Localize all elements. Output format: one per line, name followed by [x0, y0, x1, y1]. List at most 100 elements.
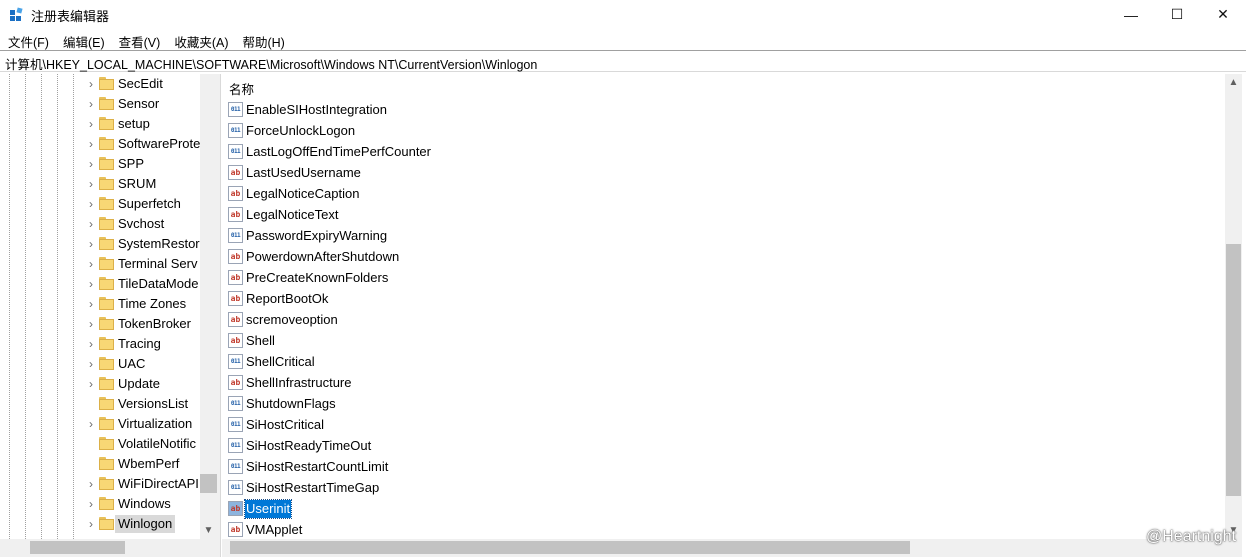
tree-item[interactable]: › SecEdit [0, 74, 200, 94]
tree-item-label: SoftwareProte [118, 136, 201, 151]
value-row[interactable]: 011 SiHostCritical [222, 414, 1122, 435]
menu-view[interactable]: 查看(V) [112, 30, 168, 50]
tree-item[interactable]: VolatileNotific [0, 434, 200, 454]
tree-item[interactable]: › Tracing [0, 334, 200, 354]
tree-item[interactable]: › Svchost [0, 214, 200, 234]
tree-item[interactable]: › SPP [0, 154, 200, 174]
chevron-right-icon[interactable]: › [85, 216, 97, 232]
value-row[interactable]: ab Userinit [222, 498, 1122, 519]
values-vscroll-thumb[interactable] [1226, 244, 1241, 496]
value-row[interactable]: ab PowerdownAfterShutdown [222, 246, 1122, 267]
tree-item-label: Windows [118, 496, 171, 511]
address-bar[interactable]: 计算机\HKEY_LOCAL_MACHINE\SOFTWARE\Microsof… [0, 50, 1246, 72]
values-scroll-up-icon[interactable]: ▲ [1225, 74, 1242, 91]
address-path[interactable]: 计算机\HKEY_LOCAL_MACHINE\SOFTWARE\Microsof… [5, 54, 537, 73]
tree-hscroll-thumb[interactable] [30, 541, 125, 554]
value-row[interactable]: ab VMApplet [222, 519, 1122, 539]
tree-item[interactable]: › Time Zones [0, 294, 200, 314]
chevron-right-icon[interactable]: › [85, 136, 97, 152]
value-row[interactable]: ab LegalNoticeCaption [222, 183, 1122, 204]
tree-item[interactable]: › SoftwareProte [0, 134, 200, 154]
folder-icon [99, 197, 114, 210]
tree-item[interactable]: WbemPerf [0, 454, 200, 474]
menu-edit[interactable]: 编辑(E) [56, 30, 112, 50]
value-name: scremoveoption [246, 312, 338, 327]
tree-item[interactable]: › Sensor [0, 94, 200, 114]
chevron-right-icon[interactable]: › [85, 176, 97, 192]
close-button[interactable]: ✕ [1200, 0, 1246, 29]
value-row[interactable]: 011 ShellCritical [222, 351, 1122, 372]
value-row[interactable]: ab ShellInfrastructure [222, 372, 1122, 393]
value-row[interactable]: ab LastUsedUsername [222, 162, 1122, 183]
tree-item[interactable]: › SRUM [0, 174, 200, 194]
value-row[interactable]: 011 ShutdownFlags [222, 393, 1122, 414]
value-row[interactable]: 011 SiHostReadyTimeOut [222, 435, 1122, 456]
chevron-right-icon[interactable]: › [85, 236, 97, 252]
tree-item[interactable]: › SystemRestor [0, 234, 200, 254]
chevron-right-icon[interactable]: › [85, 416, 97, 432]
value-row[interactable]: 011 SiHostRestartCountLimit [222, 456, 1122, 477]
chevron-right-icon[interactable]: › [85, 316, 97, 332]
pane-splitter[interactable] [217, 74, 221, 557]
chevron-right-icon[interactable]: › [85, 376, 97, 392]
values-vertical-scrollbar[interactable]: ▲ ▼ [1225, 74, 1242, 539]
chevron-right-icon[interactable]: › [85, 156, 97, 172]
tree-item[interactable]: › TileDataMode [0, 274, 200, 294]
maximize-button[interactable]: ☐ [1154, 0, 1200, 29]
values-list[interactable]: 名称 011 EnableSIHostIntegration 011 ForceUnl… [222, 74, 1225, 539]
chevron-right-icon[interactable]: › [85, 76, 97, 92]
chevron-right-icon[interactable]: › [85, 116, 97, 132]
chevron-right-icon[interactable]: › [85, 256, 97, 272]
chevron-right-icon[interactable]: › [85, 516, 97, 532]
minimize-button[interactable]: — [1108, 0, 1154, 29]
tree-item[interactable]: › UAC [0, 354, 200, 374]
chevron-right-icon[interactable]: › [85, 336, 97, 352]
chevron-right-icon[interactable]: › [85, 276, 97, 292]
tree-item[interactable]: › Terminal Serv [0, 254, 200, 274]
string-value-icon: ab [228, 375, 243, 390]
close-icon: ✕ [1217, 6, 1229, 22]
tree-item[interactable]: › Windows [0, 494, 200, 514]
chevron-right-icon[interactable]: › [85, 96, 97, 112]
tree-item[interactable]: › WiFiDirectAPI [0, 474, 200, 494]
string-value-icon: ab [228, 312, 243, 327]
values-horizontal-scrollbar[interactable] [222, 539, 1242, 557]
tree-item[interactable]: › Virtualization [0, 414, 200, 434]
menu-help[interactable]: 帮助(H) [235, 30, 291, 50]
chevron-right-icon[interactable]: › [85, 356, 97, 372]
window-title: 注册表编辑器 [31, 9, 110, 24]
chevron-right-icon[interactable]: › [85, 196, 97, 212]
tree-item[interactable]: › Update [0, 374, 200, 394]
tree-item[interactable]: › TokenBroker [0, 314, 200, 334]
value-name: LegalNoticeText [246, 207, 339, 222]
value-row[interactable]: 011 LastLogOffEndTimePerfCounter [222, 141, 1122, 162]
chevron-right-icon[interactable]: › [85, 496, 97, 512]
tree-item[interactable]: › setup [0, 114, 200, 134]
chevron-right-icon[interactable]: › [85, 296, 97, 312]
menu-file[interactable]: 文件(F) [0, 30, 56, 50]
binary-value-icon: 011 [228, 228, 243, 243]
value-row[interactable]: ab scremoveoption [222, 309, 1122, 330]
value-row[interactable]: ab LegalNoticeText [222, 204, 1122, 225]
value-row[interactable]: ab PreCreateKnownFolders [222, 267, 1122, 288]
tree-horizontal-scrollbar[interactable] [0, 539, 217, 557]
folder-icon [99, 477, 114, 490]
registry-tree[interactable]: › SecEdit › Sensor › setup › SoftwareProte › SPP ›… [0, 74, 217, 557]
value-row[interactable]: 011 PasswordExpiryWarning [222, 225, 1122, 246]
value-row[interactable]: 011 EnableSIHostIntegration [222, 99, 1122, 120]
tree-item[interactable]: › Superfetch [0, 194, 200, 214]
tree-vscroll-thumb[interactable] [200, 474, 217, 493]
column-header-name[interactable]: 名称 [222, 74, 1225, 99]
menu-favorites[interactable]: 收藏夹(A) [167, 30, 235, 50]
tree-item[interactable]: › Winlogon [0, 514, 200, 534]
tree-item[interactable]: VersionsList [0, 394, 200, 414]
value-row[interactable]: ab Shell [222, 330, 1122, 351]
value-name: VMApplet [246, 522, 303, 537]
value-row[interactable]: ab ReportBootOk [222, 288, 1122, 309]
tree-scroll-down-icon[interactable]: ▼ [200, 522, 217, 539]
value-row[interactable]: 011 ForceUnlockLogon [222, 120, 1122, 141]
chevron-right-icon[interactable]: › [85, 476, 97, 492]
tree-vertical-scrollbar[interactable]: ▼ [200, 74, 217, 539]
values-hscroll-thumb[interactable] [230, 541, 910, 554]
value-row[interactable]: 011 SiHostRestartTimeGap [222, 477, 1122, 498]
